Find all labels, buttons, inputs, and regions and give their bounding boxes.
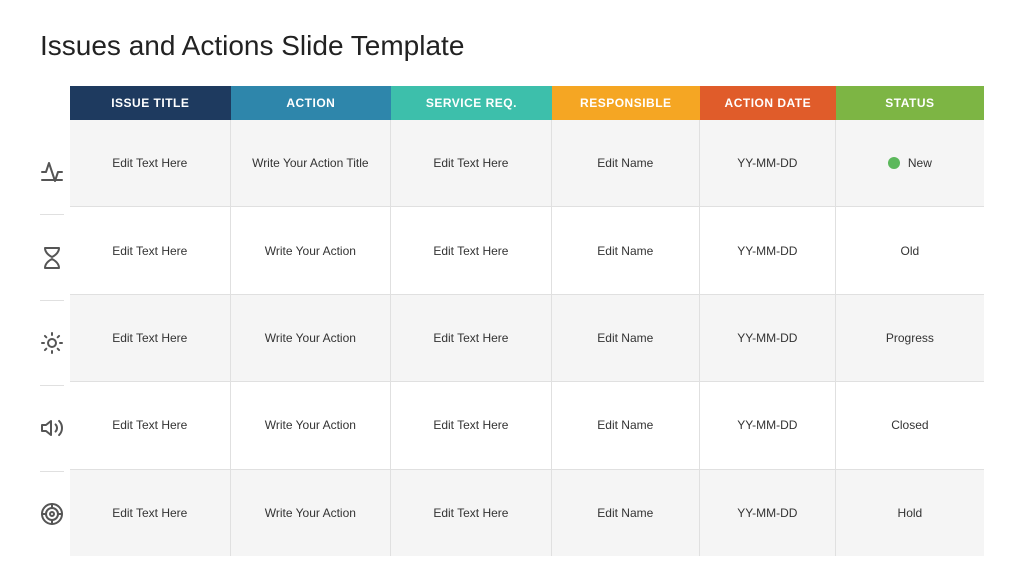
row-1-date[interactable]: YY-MM-DD [700, 120, 836, 206]
header-responsible: RESPONSIBLE [552, 86, 700, 120]
row-4-action[interactable]: Write Your Action [231, 382, 392, 468]
row-1-service[interactable]: Edit Text Here [391, 120, 552, 206]
row-2-responsible[interactable]: Edit Name [552, 207, 700, 293]
status-label: Progress [886, 331, 934, 345]
icon-column [40, 86, 64, 556]
row-5-issue[interactable]: Edit Text Here [70, 470, 231, 556]
table-row: Edit Text HereWrite Your ActionEdit Text… [70, 295, 984, 382]
data-rows: Edit Text HereWrite Your Action TitleEdi… [70, 120, 984, 556]
row-1-action[interactable]: Write Your Action Title [231, 120, 392, 206]
row-1-responsible[interactable]: Edit Name [552, 120, 700, 206]
header-status: STATUS [836, 86, 984, 120]
table-row: Edit Text HereWrite Your ActionEdit Text… [70, 382, 984, 469]
row-2-date[interactable]: YY-MM-DD [700, 207, 836, 293]
row-2-action[interactable]: Write Your Action [231, 207, 392, 293]
row-4-responsible[interactable]: Edit Name [552, 382, 700, 468]
status-label: Hold [898, 506, 923, 520]
row-3-icon [40, 301, 64, 386]
header-row: ISSUE TITLE ACTION SERVICE REQ. RESPONSI… [70, 86, 984, 120]
status-label: New [908, 156, 932, 170]
row-1-icon [40, 130, 64, 215]
header-date: ACTION DATE [700, 86, 836, 120]
row-3-issue[interactable]: Edit Text Here [70, 295, 231, 381]
row-5-action[interactable]: Write Your Action [231, 470, 392, 556]
row-2-service[interactable]: Edit Text Here [391, 207, 552, 293]
status-label: Old [901, 244, 920, 258]
table-row: Edit Text HereWrite Your ActionEdit Text… [70, 470, 984, 556]
status-label: Closed [891, 418, 928, 432]
row-5-responsible[interactable]: Edit Name [552, 470, 700, 556]
status-dot [888, 157, 900, 169]
row-4-service[interactable]: Edit Text Here [391, 382, 552, 468]
row-5-icon [40, 472, 64, 556]
row-2-icon [40, 215, 64, 300]
page-title: Issues and Actions Slide Template [40, 30, 984, 62]
row-5-date[interactable]: YY-MM-DD [700, 470, 836, 556]
row-4-status[interactable]: Closed [836, 382, 984, 468]
row-3-service[interactable]: Edit Text Here [391, 295, 552, 381]
row-2-issue[interactable]: Edit Text Here [70, 207, 231, 293]
row-1-issue[interactable]: Edit Text Here [70, 120, 231, 206]
row-5-status[interactable]: Hold [836, 470, 984, 556]
row-5-service[interactable]: Edit Text Here [391, 470, 552, 556]
row-3-date[interactable]: YY-MM-DD [700, 295, 836, 381]
row-3-action[interactable]: Write Your Action [231, 295, 392, 381]
table-row: Edit Text HereWrite Your ActionEdit Text… [70, 207, 984, 294]
row-2-status[interactable]: Old [836, 207, 984, 293]
main-table: ISSUE TITLE ACTION SERVICE REQ. RESPONSI… [70, 86, 984, 556]
row-4-icon [40, 386, 64, 471]
table-wrapper: ISSUE TITLE ACTION SERVICE REQ. RESPONSI… [40, 86, 984, 556]
row-4-date[interactable]: YY-MM-DD [700, 382, 836, 468]
header-issue: ISSUE TITLE [70, 86, 231, 120]
header-action: ACTION [231, 86, 392, 120]
row-4-issue[interactable]: Edit Text Here [70, 382, 231, 468]
row-1-status[interactable]: New [836, 120, 984, 206]
table-row: Edit Text HereWrite Your Action TitleEdi… [70, 120, 984, 207]
header-service: SERVICE REQ. [391, 86, 552, 120]
row-3-status[interactable]: Progress [836, 295, 984, 381]
row-3-responsible[interactable]: Edit Name [552, 295, 700, 381]
